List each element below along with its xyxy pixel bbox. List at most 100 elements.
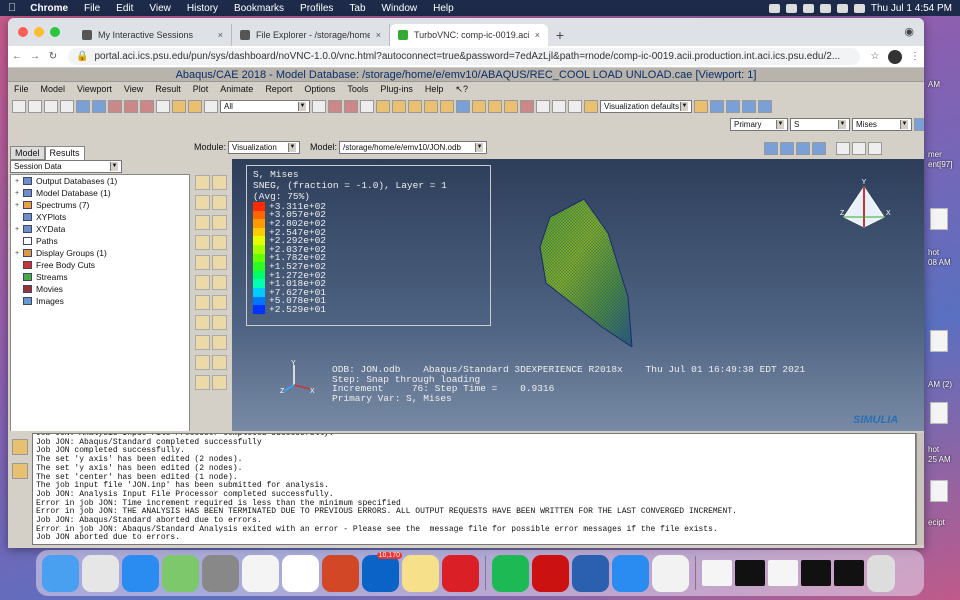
close-tab-icon[interactable]: × — [376, 30, 381, 40]
tab-turbovnc[interactable]: TurboVNC: comp-ic-0019.acii × — [390, 24, 548, 46]
slack-icon[interactable] — [282, 554, 319, 592]
abaqus-menu-tools[interactable]: Tools — [341, 84, 374, 94]
forward-icon[interactable]: → — [26, 51, 44, 62]
view-cut-icon[interactable] — [195, 315, 210, 330]
tab-file-explorer[interactable]: File Explorer - /storage/home/e × — [232, 24, 390, 46]
menu-bookmarks[interactable]: Bookmarks — [226, 3, 292, 14]
view-tool-icon[interactable] — [552, 99, 566, 113]
tree-item-model-database[interactable]: + Model Database (1) — [11, 187, 189, 199]
next-frame-icon[interactable] — [742, 99, 756, 113]
query-icon[interactable] — [195, 335, 210, 350]
app-store-icon[interactable] — [122, 554, 159, 592]
print-icon[interactable] — [868, 141, 882, 155]
tree-item-streams[interactable]: Streams — [11, 271, 189, 283]
tab-results[interactable]: Results — [44, 146, 85, 160]
menu-app-name[interactable]: Chrome — [22, 3, 76, 14]
viewport[interactable]: S, Mises SNEG, (fraction = -1.0), Layer … — [232, 159, 924, 435]
select-tool-icon[interactable] — [344, 99, 358, 113]
chrome-icon[interactable] — [652, 554, 689, 592]
tab-model[interactable]: Model — [10, 146, 45, 160]
cycle-view-icon[interactable] — [156, 99, 170, 113]
menu-file[interactable]: File — [76, 3, 108, 14]
menu-help[interactable]: Help — [425, 3, 462, 14]
common-options-icon[interactable] — [212, 255, 227, 270]
zoom-icon[interactable] — [108, 99, 122, 113]
stream-tool-icon[interactable] — [212, 295, 227, 310]
battery-icon[interactable] — [802, 3, 814, 13]
dock-document-icon[interactable] — [768, 560, 798, 586]
path-tool-icon[interactable] — [195, 295, 210, 310]
plot-symbols-icon[interactable] — [212, 195, 227, 210]
select-tool-icon[interactable] — [312, 99, 326, 113]
menu-history[interactable]: History — [179, 3, 226, 14]
first-frame-icon[interactable] — [710, 99, 724, 113]
spotify-icon[interactable] — [492, 554, 529, 592]
menu-window[interactable]: Window — [374, 3, 426, 14]
finder-icon[interactable] — [42, 554, 79, 592]
search-icon[interactable] — [836, 3, 848, 13]
trash-icon[interactable] — [867, 554, 895, 592]
acrobat-icon[interactable] — [532, 554, 569, 592]
print-icon[interactable] — [60, 99, 74, 113]
wifi-icon[interactable] — [819, 3, 831, 13]
message-area-icon[interactable] — [12, 439, 28, 455]
fit-view-icon[interactable] — [140, 99, 154, 113]
new-tab-button[interactable]: + — [548, 24, 572, 46]
box-zoom-icon[interactable] — [124, 99, 138, 113]
select-tool-icon[interactable] — [328, 99, 342, 113]
previous-frame-icon[interactable] — [780, 141, 794, 155]
visualization-defaults-select[interactable]: Visualization defaults ▼ — [600, 99, 692, 113]
expand-toggle-icon[interactable]: + — [15, 202, 23, 209]
new-file-icon[interactable] — [12, 99, 26, 113]
save-icon[interactable] — [44, 99, 58, 113]
menu-profiles[interactable]: Profiles — [292, 3, 341, 14]
dock-window-preview-icon[interactable] — [735, 560, 765, 586]
tree-item-images[interactable]: Images — [11, 295, 189, 307]
abaqus-menu-file[interactable]: File — [8, 84, 35, 94]
xy-data-icon[interactable] — [195, 275, 210, 290]
view-tool-icon[interactable] — [836, 141, 850, 155]
table-icon[interactable] — [195, 375, 210, 390]
abaqus-menu-view[interactable]: View — [118, 84, 149, 94]
abaqus-menu-options[interactable]: Options — [298, 84, 341, 94]
maximize-window-button[interactable] — [50, 27, 60, 37]
launchpad-icon[interactable] — [82, 554, 119, 592]
session-data-select[interactable]: Session Data ▼ — [10, 160, 122, 173]
message-log[interactable]: Job JON: Analysis Input File Processor c… — [32, 433, 916, 545]
primary-select[interactable]: Primary ▼ — [730, 117, 788, 131]
render-style-icon[interactable] — [408, 99, 422, 113]
view-triad-3d-icon[interactable]: Y Z X — [836, 177, 892, 235]
tree-item-paths[interactable]: Paths — [11, 235, 189, 247]
open-file-icon[interactable] — [28, 99, 42, 113]
expand-toggle-icon[interactable]: + — [15, 178, 23, 185]
abaqus-menu-model[interactable]: Model — [35, 84, 72, 94]
last-frame-icon[interactable] — [812, 141, 826, 155]
previous-frame-icon[interactable] — [726, 99, 740, 113]
bookmark-star-icon[interactable]: ☆ — [866, 51, 884, 62]
tab-interactive-sessions[interactable]: My Interactive Sessions × — [74, 24, 232, 46]
select-arrow-icon[interactable] — [204, 99, 218, 113]
rotate-icon[interactable] — [92, 99, 106, 113]
word-icon[interactable] — [572, 554, 609, 592]
layout-icon[interactable] — [188, 99, 202, 113]
invariant-select[interactable]: Mises ▼ — [852, 117, 912, 131]
dropbox-icon[interactable] — [785, 3, 797, 13]
back-icon[interactable]: ← — [8, 51, 26, 62]
select-tool-icon[interactable] — [360, 99, 374, 113]
desktop-file-icon[interactable] — [930, 480, 948, 502]
selection-filter-select[interactable]: All ▼ — [220, 99, 310, 113]
abaqus-menu-animate[interactable]: Animate — [214, 84, 259, 94]
creative-cloud-icon[interactable] — [442, 554, 479, 592]
cloud-icon[interactable] — [768, 3, 780, 13]
reload-icon[interactable]: ↻ — [44, 51, 62, 62]
dock-document-icon[interactable] — [702, 560, 732, 586]
animate-icon[interactable] — [195, 235, 210, 250]
powerpoint-icon[interactable] — [322, 554, 359, 592]
refresh-icon[interactable] — [914, 117, 924, 131]
field-select[interactable]: S ▼ — [790, 117, 850, 131]
first-frame-icon[interactable] — [764, 141, 778, 155]
animate-time-icon[interactable] — [212, 235, 227, 250]
model-select[interactable]: /storage/home/e/emv10/JON.odb ▼ — [339, 140, 488, 154]
python-console-icon[interactable] — [12, 463, 28, 479]
menu-edit[interactable]: Edit — [108, 3, 141, 14]
